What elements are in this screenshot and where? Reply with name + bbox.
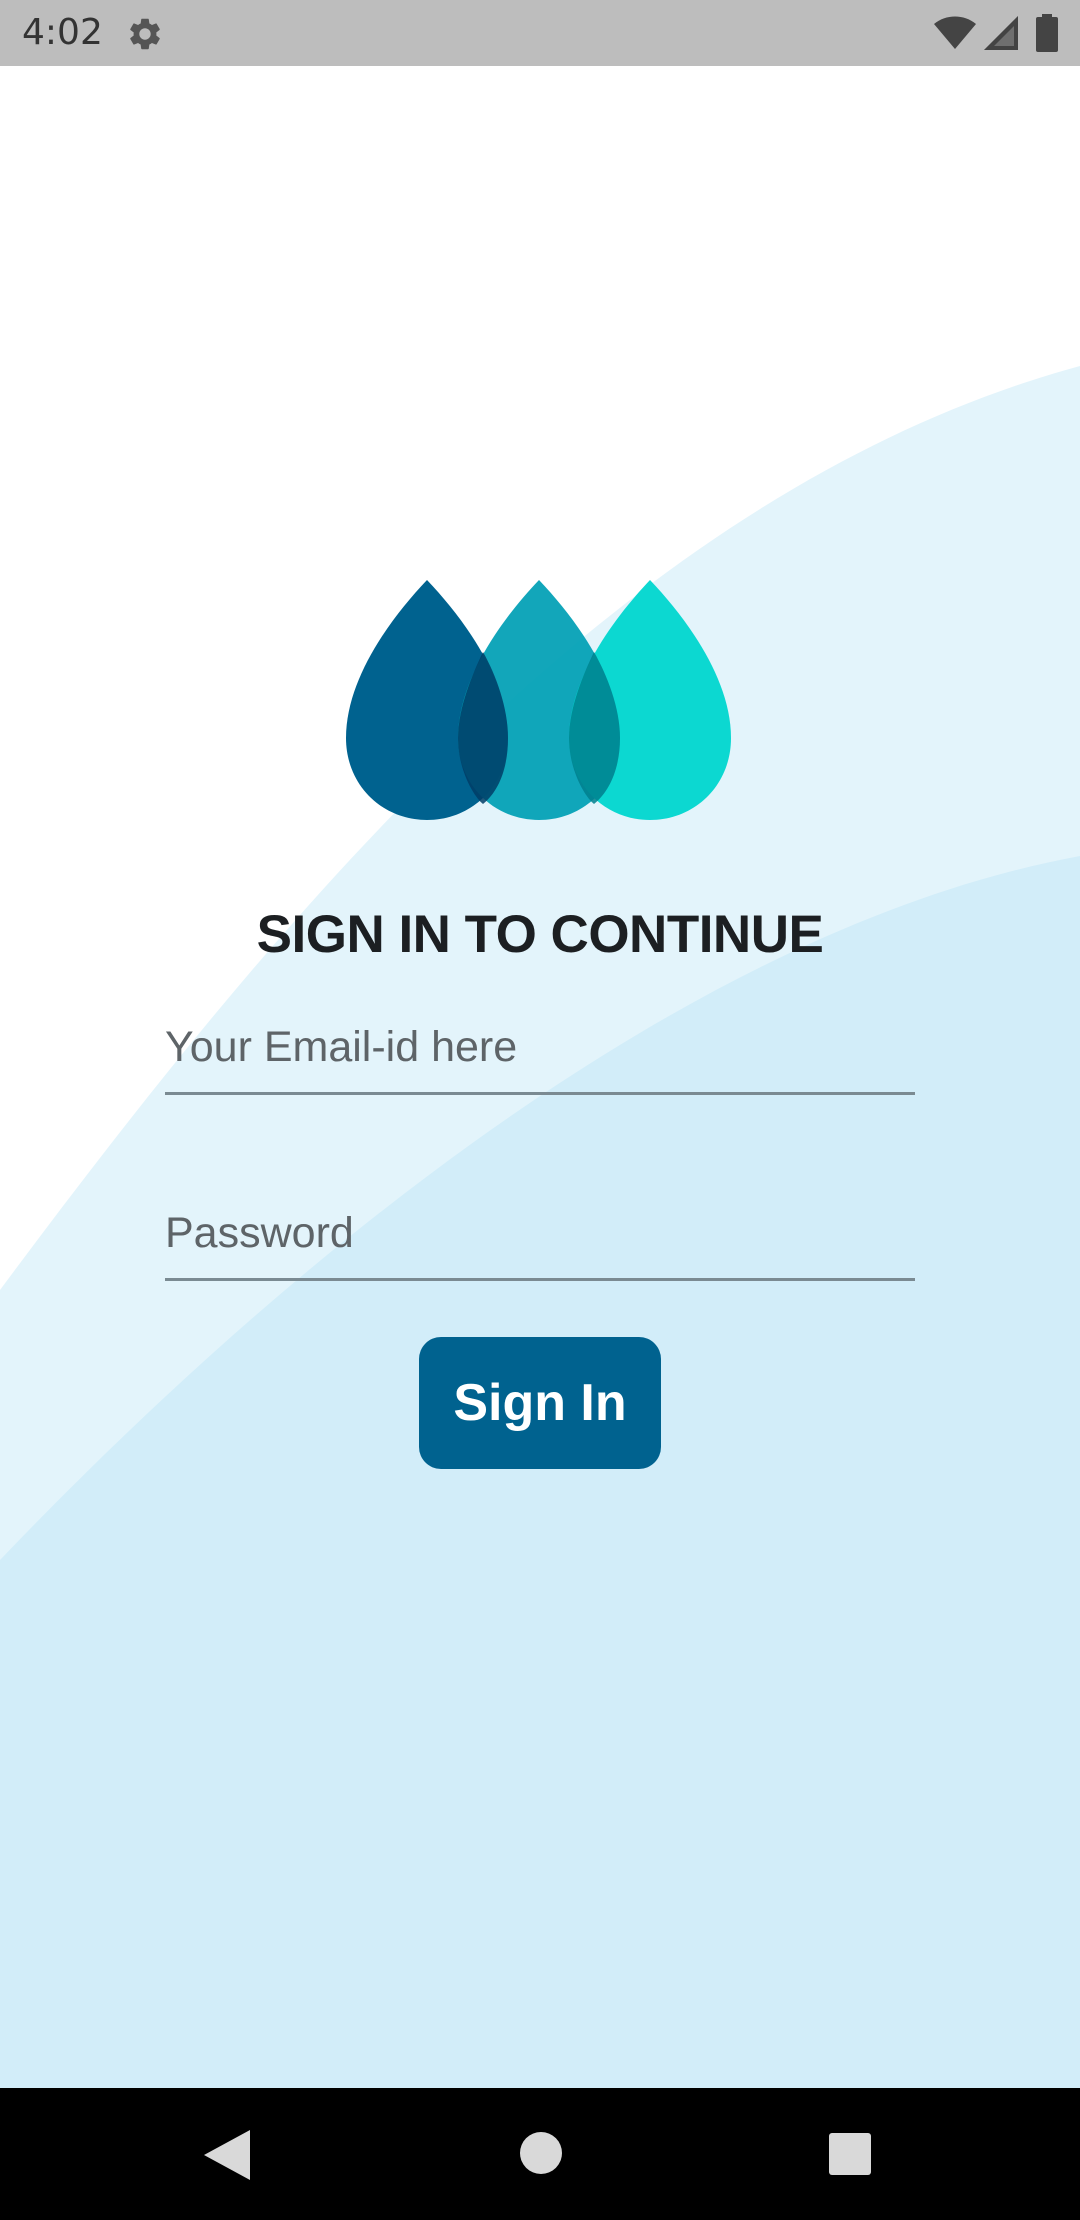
navigation-bar (0, 2088, 1080, 2220)
page-title: SIGN IN TO CONTINUE (256, 905, 824, 964)
status-bar: 4:02 (0, 0, 1080, 66)
email-field[interactable] (165, 1002, 915, 1092)
status-time: 4:02 (22, 12, 103, 53)
password-field-wrapper (165, 1188, 915, 1281)
sign-in-button[interactable]: Sign In (419, 1337, 661, 1469)
password-field[interactable] (165, 1188, 915, 1278)
recents-icon[interactable] (829, 2133, 871, 2175)
signal-icon (984, 16, 1018, 50)
back-icon[interactable] (204, 2130, 250, 2180)
battery-icon (1036, 14, 1058, 52)
settings-icon (130, 18, 160, 50)
email-field-wrapper (165, 1002, 915, 1095)
home-icon[interactable] (520, 2132, 562, 2174)
wifi-icon (934, 16, 976, 49)
water-drops-logo (346, 580, 731, 820)
